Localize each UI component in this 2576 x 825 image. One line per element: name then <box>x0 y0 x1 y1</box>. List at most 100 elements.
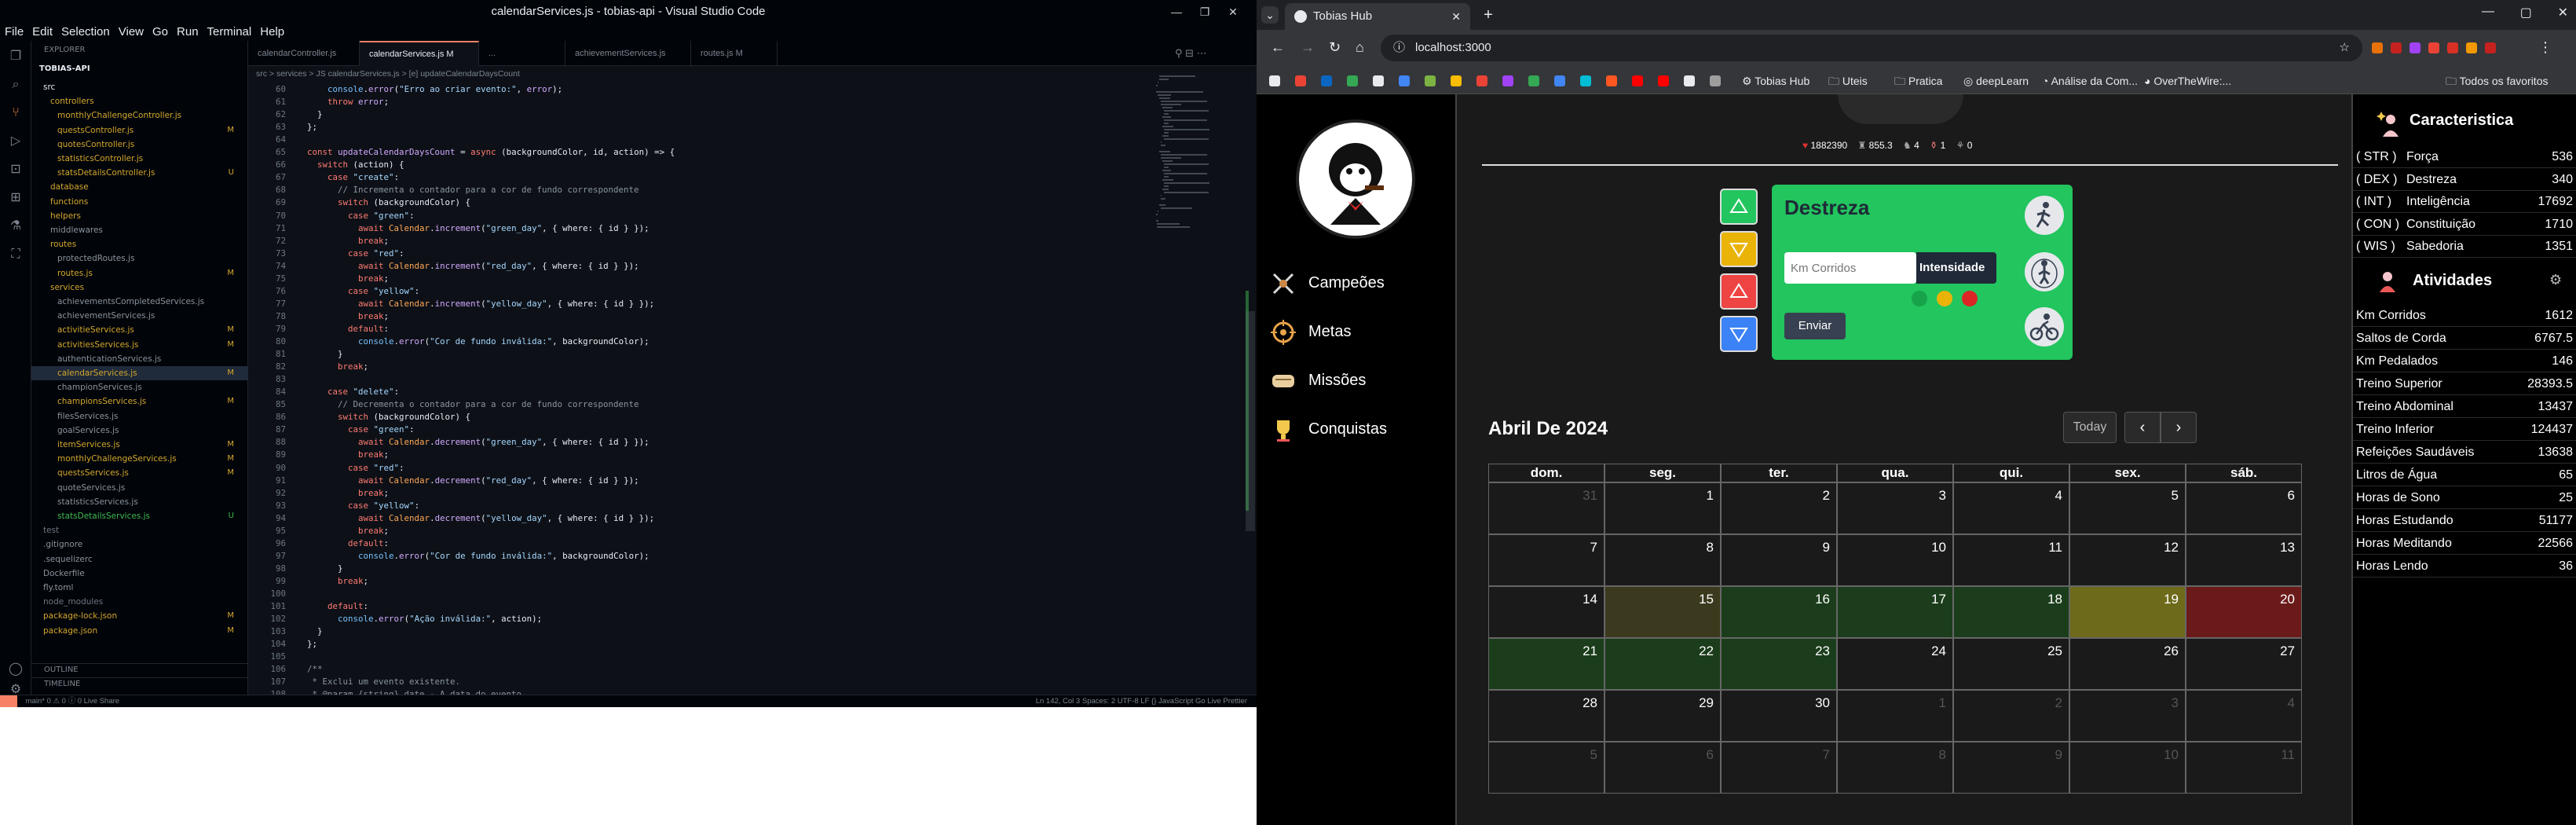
code-line[interactable]: } <box>297 625 323 638</box>
extensions-icon[interactable]: ⊞ <box>8 190 24 206</box>
tree-item[interactable]: achievementsCompletedServices.js <box>31 295 248 309</box>
code-line[interactable]: console.error("Cor de fundo inválida:", … <box>297 336 649 348</box>
red-arrow-up-button[interactable] <box>1720 273 1758 310</box>
minimap[interactable] <box>1154 75 1233 272</box>
code-line[interactable]: } <box>297 108 323 121</box>
calendar-day[interactable]: 7 <box>1488 534 1605 586</box>
code-line[interactable]: await Calendar.decrement("green_day", { … <box>297 436 649 449</box>
calendar-day[interactable]: 5 <box>1488 742 1605 794</box>
tree-item[interactable]: statisticsController.js <box>31 152 248 166</box>
extension-icon[interactable] <box>2372 42 2383 53</box>
submit-button[interactable]: Enviar <box>1784 313 1846 339</box>
code-line[interactable]: console.error("Cor de fundo inválida:", … <box>297 550 649 563</box>
bookmark-deeplearn[interactable]: ◎ deepLearn <box>1963 68 2029 94</box>
calendar-day[interactable]: 23 <box>1721 638 1837 690</box>
code-line[interactable]: * Exclui um evento existente. <box>297 676 461 688</box>
calendar-day[interactable]: 29 <box>1605 690 1721 742</box>
bookmark-favicon-icon[interactable] <box>1606 75 1617 86</box>
tree-item[interactable]: authenticationServices.js <box>31 352 248 366</box>
calendar-day[interactable]: 5 <box>2069 482 2186 534</box>
code-line[interactable]: break; <box>297 487 389 500</box>
calendar-day[interactable]: 10 <box>2069 742 2186 794</box>
calendar-day[interactable]: 3 <box>1837 482 1953 534</box>
bookmark-star-icon[interactable]: ☆ <box>2340 35 2350 61</box>
code-line[interactable]: break; <box>297 361 368 373</box>
browser-tab[interactable]: Tobias Hub ✕ <box>1285 3 1470 30</box>
docker-icon[interactable]: ⛶ <box>8 247 24 262</box>
tab-close-icon[interactable]: ✕ <box>1451 3 1461 30</box>
calendar-day[interactable]: 3 <box>2069 690 2186 742</box>
menu-view[interactable]: View <box>114 24 148 38</box>
extension-icon[interactable] <box>2466 42 2477 53</box>
menu-go[interactable]: Go <box>148 24 172 38</box>
tree-item[interactable]: Dockerfile <box>31 566 248 581</box>
bookmark-analise[interactable]: ◔ Análise da Com... <box>2042 68 2138 94</box>
files-icon[interactable]: ❐ <box>8 49 24 64</box>
code-line[interactable]: switch (backgroundColor) { <box>297 411 470 424</box>
calendar-day[interactable]: 13 <box>2186 534 2302 586</box>
timeline-section[interactable]: TIMELINE <box>31 677 248 690</box>
new-tab-icon[interactable]: + <box>1478 6 1498 25</box>
reload-icon[interactable]: ↻ <box>1329 39 1341 56</box>
tree-item[interactable]: achievementServices.js <box>31 309 248 323</box>
code-line[interactable]: break; <box>297 525 389 537</box>
bookmark-favicon-icon[interactable] <box>1476 75 1487 86</box>
menu-edit[interactable]: Edit <box>27 24 57 38</box>
code-line[interactable]: await Calendar.decrement("yellow_day", {… <box>297 512 654 525</box>
intensity-select[interactable]: Intensidade ⌄ <box>1916 252 1996 306</box>
status-left[interactable]: main* 0 ⚠ 0 ⓘ 0 Live Share <box>20 697 119 706</box>
calendar-day[interactable]: 4 <box>1953 482 2069 534</box>
menu-file[interactable]: File <box>0 24 27 38</box>
calendar-day[interactable]: 6 <box>2186 482 2302 534</box>
calendar-day[interactable]: 9 <box>1721 534 1837 586</box>
bookmark-favicon-icon[interactable] <box>1528 75 1539 86</box>
forward-icon[interactable]: → <box>1301 39 1315 56</box>
blue-arrow-down-button[interactable] <box>1720 316 1758 352</box>
run-debug-icon[interactable]: ▷ <box>8 134 24 149</box>
calendar-day[interactable]: 31 <box>1488 482 1605 534</box>
bookmark-favicon-icon[interactable] <box>1658 75 1669 86</box>
extension-icon[interactable] <box>2447 42 2458 53</box>
tree-item[interactable]: championServices.js <box>31 380 248 394</box>
code-line[interactable]: await Calendar.increment("yellow_day", {… <box>297 298 654 310</box>
tree-item[interactable]: monthlyChallengeController.js <box>31 108 248 123</box>
tree-item[interactable]: activitieServices.js M <box>31 323 248 337</box>
calendar-day[interactable]: 1 <box>1837 690 1953 742</box>
code-line[interactable]: console.error("Ação inválida:", action); <box>297 613 542 625</box>
tree-item[interactable]: .gitignore <box>31 537 248 552</box>
minimize-icon[interactable]: — <box>1162 0 1191 24</box>
restore-icon[interactable]: ❐ <box>1191 0 1219 24</box>
code-line[interactable]: default: <box>297 600 368 613</box>
prev-month-icon[interactable]: ‹ <box>2124 412 2161 443</box>
bookmark-folder-uteis[interactable]: 🗀 Uteis <box>1828 68 1868 94</box>
tree-item[interactable]: middlewares <box>31 223 248 237</box>
home-icon[interactable]: ⌂ <box>1356 39 1364 56</box>
editor-actions-icon[interactable]: ⚲ ⊟ ⋯ <box>1175 47 1207 60</box>
calendar-day[interactable]: 12 <box>2069 534 2186 586</box>
tree-item[interactable]: championsServices.js M <box>31 394 248 409</box>
address-bar[interactable]: ⓘ localhost:3000 ☆ <box>1381 35 2362 61</box>
close-icon[interactable]: ✕ <box>1219 0 1247 24</box>
extension-icon[interactable] <box>2485 42 2496 53</box>
tree-item[interactable]: routes <box>31 237 248 251</box>
code-line[interactable]: switch (action) { <box>297 159 404 171</box>
code-line[interactable]: // Incrementa o contador para a cor de f… <box>297 184 639 196</box>
calendar-day[interactable]: 4 <box>2186 690 2302 742</box>
calendar-day[interactable]: 10 <box>1837 534 1953 586</box>
code-line[interactable]: await Calendar.increment("red_day", { wh… <box>297 260 639 273</box>
calendar-day[interactable]: 1 <box>1605 482 1721 534</box>
code-line[interactable]: console.error("Erro ao criar evento:", e… <box>297 83 562 96</box>
status-right[interactable]: Ln 142, Col 3 Spaces: 2 UTF-8 LF {} Java… <box>1036 695 1247 707</box>
remote-icon[interactable]: ⊡ <box>8 162 24 178</box>
tree-item[interactable]: calendarServices.js M <box>31 366 248 380</box>
bookmark-favicon-icon[interactable] <box>1554 75 1565 86</box>
code-line[interactable]: case "green": <box>297 424 415 436</box>
code-line[interactable]: break; <box>297 449 389 461</box>
tree-item[interactable]: quoteServices.js <box>31 481 248 495</box>
tree-item[interactable]: goalServices.js <box>31 424 248 438</box>
code-line[interactable]: const updateCalendarDaysCount = async (b… <box>297 146 675 159</box>
extension-icon[interactable] <box>2391 42 2402 53</box>
today-button[interactable]: Today <box>2063 412 2117 443</box>
tree-item[interactable]: statsDetailsController.js U <box>31 166 248 180</box>
calendar-day[interactable]: 15 <box>1605 586 1721 638</box>
